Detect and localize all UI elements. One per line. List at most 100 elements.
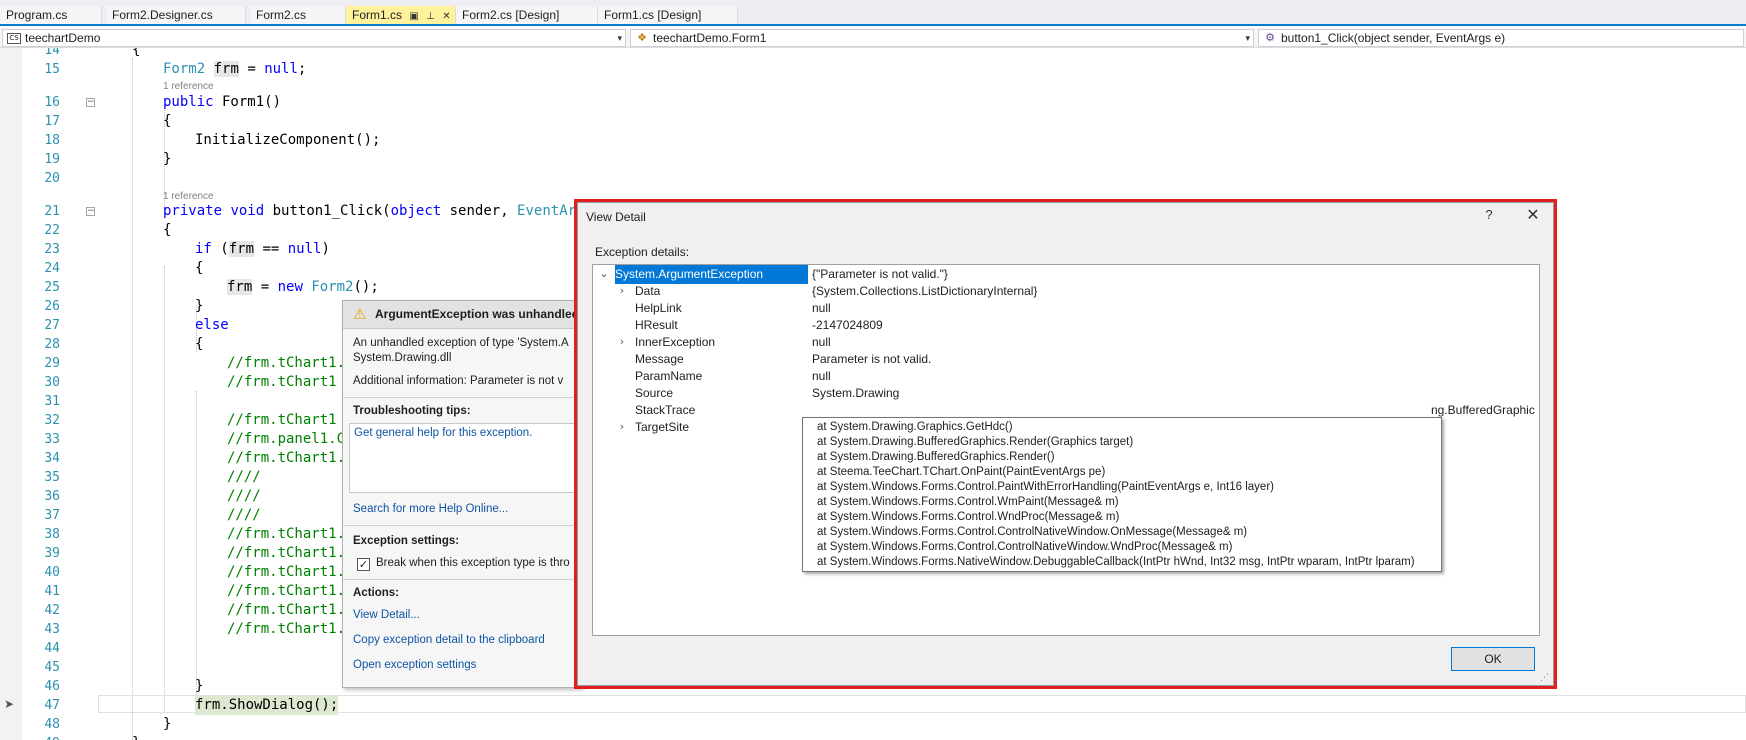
- code-comment: //frm.tChart1.l: [227, 545, 354, 561]
- troubleshooting-tips-list: Get general help for this exception.: [349, 423, 579, 493]
- line-number: 42: [44, 603, 60, 618]
- line-number: 26: [44, 299, 60, 314]
- resize-grip-icon[interactable]: ⋰: [1540, 673, 1549, 683]
- tab-form1-cs[interactable]: Form1.cs ▣ ⊥ ✕: [346, 6, 456, 24]
- line-number: 24: [44, 261, 60, 276]
- tab-label: Program.cs: [6, 8, 68, 22]
- code-text: else: [195, 317, 229, 333]
- pin-icon[interactable]: ▣: [409, 8, 418, 26]
- line-number: 14: [44, 48, 60, 58]
- line-number: 20: [44, 171, 60, 186]
- document-tab-strip: Program.cs Form2.Designer.cs Form2.cs Fo…: [0, 0, 1746, 26]
- class-dropdown[interactable]: ❖ teechartDemo.Form1 ▾: [630, 29, 1254, 47]
- collapsed-chevron-icon[interactable]: ›: [615, 335, 629, 349]
- collapsed-chevron-icon[interactable]: ›: [615, 284, 629, 298]
- tab-form2-designer-cs[interactable]: Form2.Designer.cs: [106, 6, 246, 24]
- property-name: Message: [635, 352, 684, 366]
- search-help-online-link[interactable]: Search for more Help Online...: [353, 503, 508, 515]
- line-number: 21: [44, 204, 60, 219]
- code-comment: ////: [227, 507, 261, 523]
- tab-label: Form2.cs [Design]: [462, 8, 560, 22]
- exception-title: ArgumentException was unhandled: [375, 307, 580, 321]
- line-number: 25: [44, 280, 60, 295]
- exception-helper-popup: ⚠ ArgumentException was unhandled An unh…: [342, 300, 582, 688]
- line-number: 30: [44, 375, 60, 390]
- additional-information: Additional information: Parameter is not…: [353, 375, 564, 387]
- property-value: null: [812, 301, 831, 315]
- property-value: System.Drawing: [812, 386, 900, 400]
- line-number: 41: [44, 584, 60, 599]
- code-line: 49 }: [0, 734, 1746, 740]
- stacktrace-tooltip: at System.Drawing.Graphics.GetHdc() at S…: [802, 417, 1442, 572]
- line-number: 40: [44, 565, 60, 580]
- expanded-chevron-icon[interactable]: ⌄: [597, 267, 611, 281]
- code-text: frm = new Form2();: [227, 279, 379, 295]
- stacktrace-frame: at System.Drawing.BufferedGraphics.Rende…: [817, 436, 1134, 448]
- line-number: 45: [44, 660, 60, 675]
- code-comment: //frm.tChart1.: [227, 621, 346, 637]
- csharp-project-icon: CS: [7, 33, 21, 44]
- close-icon[interactable]: ✕: [442, 8, 450, 26]
- line-number: 38: [44, 527, 60, 542]
- code-lens-references[interactable]: 1 reference: [163, 81, 214, 92]
- code-line: 19 }: [0, 150, 1746, 169]
- tab-program-cs[interactable]: Program.cs: [0, 6, 102, 24]
- line-number: 37: [44, 508, 60, 523]
- code-text: }: [163, 151, 172, 167]
- property-value: {"Parameter is not valid."}: [812, 267, 948, 281]
- property-value: null: [812, 335, 831, 349]
- member-dropdown[interactable]: ⚙ button1_Click(object sender, EventArgs…: [1258, 29, 1744, 47]
- code-line: 16 − public Form1(): [0, 93, 1746, 112]
- code-text: {: [163, 222, 172, 238]
- code-line: 20: [0, 169, 1746, 188]
- line-number: 46: [44, 679, 60, 694]
- tab-form2-design[interactable]: Form2.cs [Design]: [456, 6, 598, 24]
- tab-label: Form2.cs: [256, 8, 307, 22]
- property-value: Parameter is not valid.: [812, 352, 932, 366]
- line-number: 34: [44, 451, 60, 466]
- code-comment: //frm.tChart1: [227, 412, 337, 428]
- class-icon: ❖: [637, 31, 647, 44]
- code-line: 17 {: [0, 112, 1746, 131]
- collapse-icon[interactable]: −: [86, 98, 95, 107]
- help-icon[interactable]: ?: [1480, 207, 1498, 222]
- project-dropdown[interactable]: CS teechartDemo ▾: [2, 29, 626, 47]
- code-comment: //frm.panel1.C: [227, 431, 346, 447]
- code-text: {: [195, 260, 204, 276]
- line-number: 43: [44, 622, 60, 637]
- code-line: 15 Form2 frm = null;: [0, 60, 1746, 79]
- line-number: 15: [44, 62, 60, 77]
- break-on-exception-checkbox[interactable]: ✓: [357, 558, 370, 571]
- code-text: }: [132, 734, 140, 740]
- collapse-icon[interactable]: −: [86, 207, 95, 216]
- code-text: if (frm == null): [195, 241, 330, 257]
- line-number: 36: [44, 489, 60, 504]
- ok-button[interactable]: OK: [1451, 647, 1535, 671]
- property-name: System.ArgumentException: [615, 267, 764, 281]
- pin-tab-icon[interactable]: ⊥: [426, 8, 435, 26]
- line-number: 29: [44, 356, 60, 371]
- project-name: teechartDemo: [25, 31, 101, 45]
- code-lens-references[interactable]: 1 reference: [163, 191, 214, 202]
- tab-form1-design[interactable]: Form1.cs [Design]: [598, 6, 738, 24]
- code-comment: //frm.tChart1.: [227, 564, 346, 580]
- tab-label: Form2.Designer.cs: [112, 8, 213, 22]
- stacktrace-frame: at System.Drawing.Graphics.GetHdc(): [817, 421, 1013, 433]
- property-name: Source: [635, 386, 674, 400]
- class-name: teechartDemo.Form1: [653, 31, 767, 45]
- property-name: HResult: [635, 318, 678, 332]
- general-help-link[interactable]: Get general help for this exception.: [354, 427, 532, 439]
- tab-form2-cs[interactable]: Form2.cs: [250, 6, 346, 24]
- line-number: 48: [44, 717, 60, 732]
- close-icon[interactable]: ✕: [1522, 205, 1544, 225]
- line-number: 49: [22, 734, 60, 740]
- open-exception-settings-link[interactable]: Open exception settings: [353, 659, 476, 671]
- line-number: 27: [44, 318, 60, 333]
- stacktrace-frame: at System.Windows.Forms.Control.WndProc(…: [817, 511, 1120, 523]
- code-text: }: [195, 678, 204, 694]
- code-comment: //frm.tChart1: [227, 374, 337, 390]
- copy-exception-detail-link[interactable]: Copy exception detail to the clipboard: [353, 634, 545, 646]
- collapsed-chevron-icon[interactable]: ›: [615, 420, 629, 434]
- view-detail-link[interactable]: View Detail...: [353, 609, 420, 621]
- stacktrace-value-peek: ng.BufferedGraphic: [1431, 403, 1535, 417]
